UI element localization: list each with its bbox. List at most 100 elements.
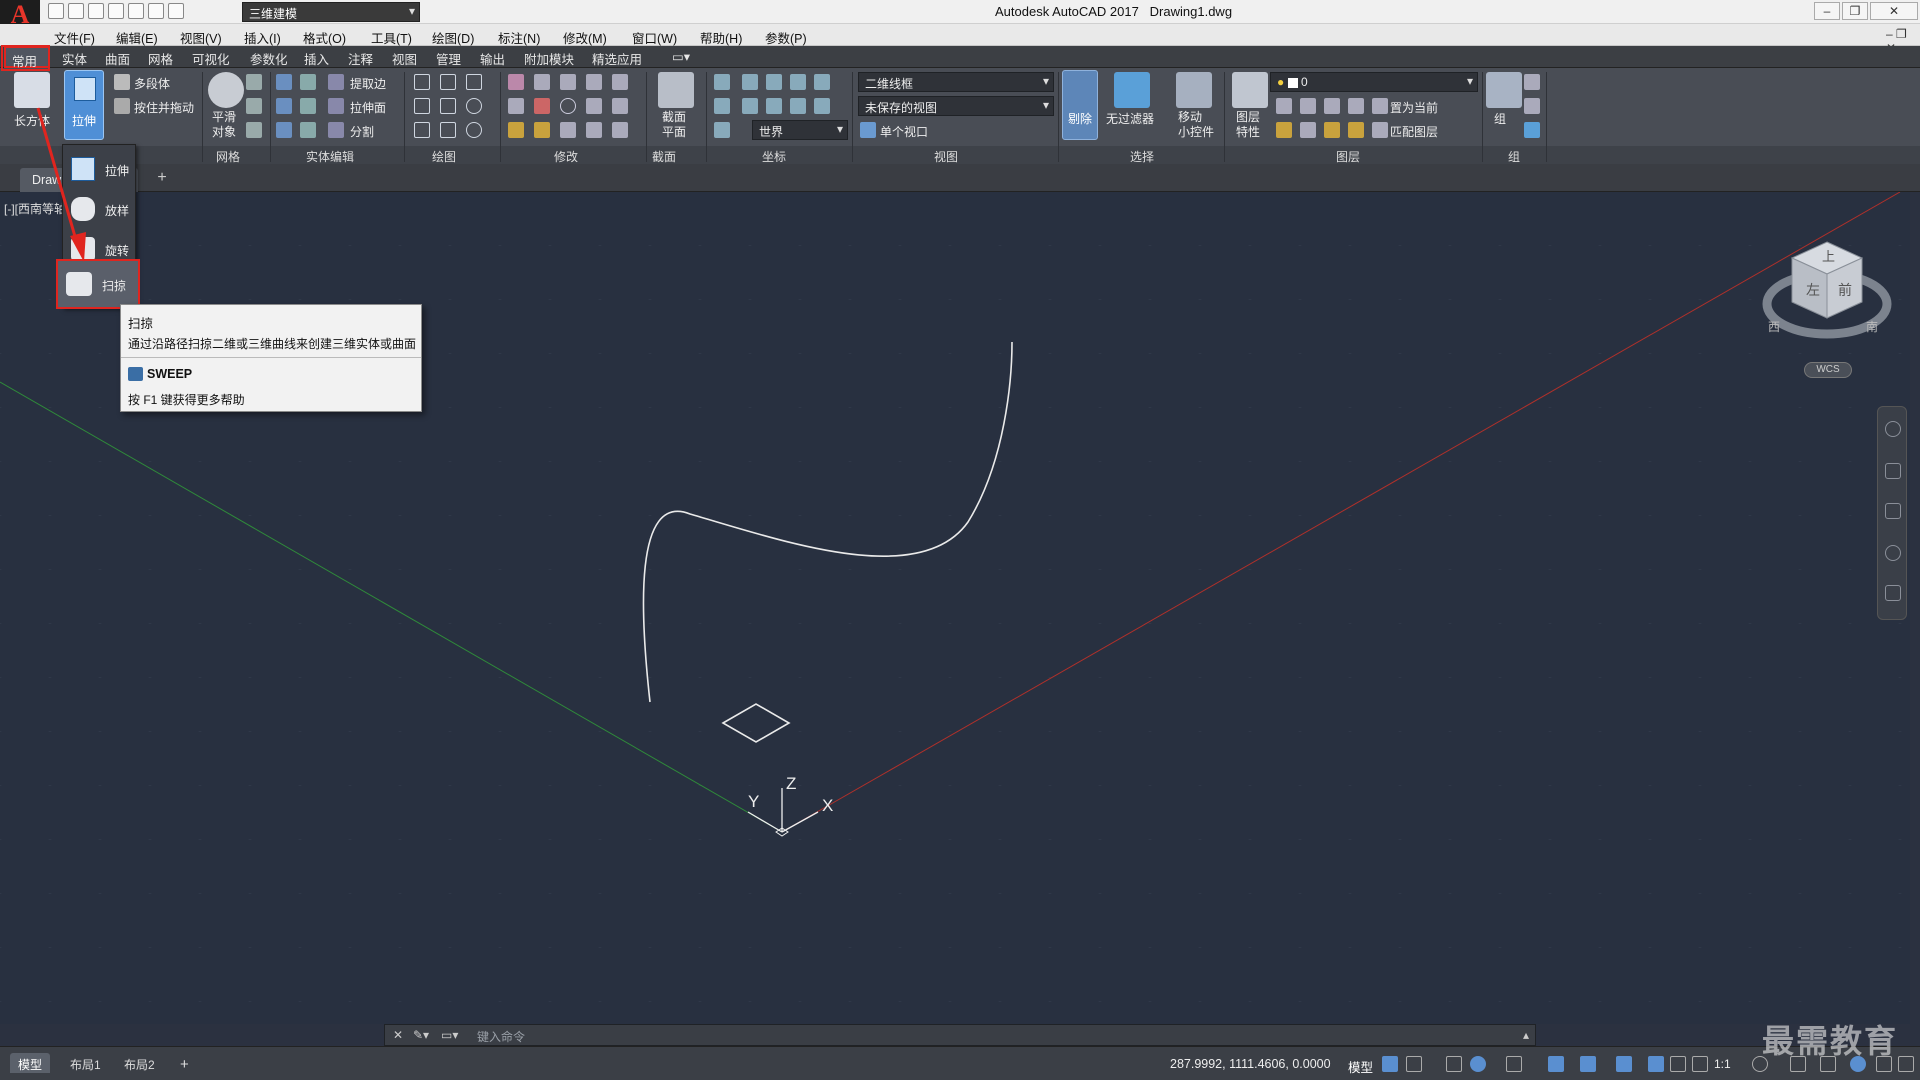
customization-icon[interactable] bbox=[1898, 1056, 1914, 1072]
menu-format[interactable]: 格式(O) bbox=[303, 28, 346, 47]
grid-icon[interactable] bbox=[1382, 1056, 1398, 1072]
ucs-icon[interactable] bbox=[714, 122, 730, 138]
tab-mesh[interactable]: 网格 bbox=[148, 49, 173, 68]
tab-output[interactable]: 输出 bbox=[480, 49, 505, 68]
tab-parametric[interactable]: 参数化 bbox=[250, 49, 288, 68]
erase-icon[interactable] bbox=[508, 122, 524, 138]
ucs-icon[interactable] bbox=[766, 98, 782, 114]
sweep-path-curve[interactable] bbox=[642, 341, 1013, 703]
arc-icon[interactable] bbox=[440, 74, 456, 90]
layer-tool-icon[interactable] bbox=[1276, 98, 1292, 114]
layer-tool-icon[interactable] bbox=[1300, 98, 1316, 114]
tab-insert[interactable]: 插入 bbox=[304, 49, 329, 68]
rectangle-icon[interactable] bbox=[440, 122, 456, 138]
layout-tab-model[interactable]: 模型 bbox=[10, 1053, 51, 1073]
rotate-icon[interactable] bbox=[534, 74, 550, 90]
showmotion-icon[interactable] bbox=[1885, 585, 1901, 601]
mesh-tool-icon[interactable] bbox=[246, 122, 262, 138]
annotation-scale[interactable]: 1:1 bbox=[1714, 1057, 1731, 1071]
minimize-button[interactable]: – bbox=[1814, 2, 1840, 20]
tab-visualize[interactable]: 可视化 bbox=[192, 49, 230, 68]
add-layout-button[interactable]: + bbox=[172, 1053, 197, 1073]
isodraft-icon[interactable] bbox=[1506, 1056, 1522, 1072]
ucs-icon[interactable] bbox=[766, 74, 782, 90]
close-button[interactable]: ✕ bbox=[1870, 2, 1918, 20]
scale-icon[interactable] bbox=[586, 122, 602, 138]
match-layer-icon[interactable] bbox=[1372, 122, 1388, 138]
tab-annotate[interactable]: 注释 bbox=[348, 49, 373, 68]
set-current-icon[interactable] bbox=[1372, 98, 1388, 114]
move-icon[interactable] bbox=[560, 74, 576, 90]
extract-edges-label[interactable]: 提取边 bbox=[350, 75, 386, 92]
ucs-icon[interactable] bbox=[742, 98, 758, 114]
ortho-icon[interactable] bbox=[1446, 1056, 1462, 1072]
saved-view-combo[interactable]: 未保存的视图 ▾ bbox=[858, 96, 1054, 116]
command-input[interactable]: 键入命令 bbox=[477, 1028, 525, 1045]
wcs-menu[interactable]: WCS bbox=[1804, 362, 1852, 378]
group-tool-icon[interactable] bbox=[1524, 98, 1540, 114]
curve-icon[interactable] bbox=[414, 98, 430, 114]
view-panel-label[interactable]: 视图 bbox=[934, 148, 958, 165]
selection-panel-label[interactable]: 选择 bbox=[1130, 148, 1154, 165]
osnap-icon[interactable] bbox=[1548, 1056, 1564, 1072]
menu-window[interactable]: 窗口(W) bbox=[632, 28, 677, 47]
groups-panel-label[interactable]: 组 bbox=[1508, 148, 1520, 165]
ellipse-icon[interactable] bbox=[466, 122, 482, 138]
tab-addins[interactable]: 附加模块 bbox=[524, 49, 574, 68]
model-space-toggle[interactable]: 模型 bbox=[1348, 1057, 1373, 1076]
menu-parametric[interactable]: 参数(P) bbox=[765, 28, 807, 47]
match-layer-label[interactable]: 匹配图层 bbox=[1390, 123, 1438, 140]
ucs-icon[interactable] bbox=[742, 74, 758, 90]
chamfer-icon[interactable] bbox=[508, 98, 524, 114]
snap-icon[interactable] bbox=[1406, 1056, 1422, 1072]
solid-edit-icon[interactable] bbox=[300, 122, 316, 138]
presspull-label[interactable]: 按住并拖动 bbox=[134, 99, 194, 116]
ucs-icon[interactable] bbox=[714, 98, 730, 114]
no-filter-label[interactable]: 无过滤器 bbox=[1106, 110, 1154, 127]
mirror-icon[interactable] bbox=[586, 98, 602, 114]
extrude-faces-label[interactable]: 拉伸面 bbox=[350, 99, 386, 116]
section-plane-icon[interactable] bbox=[658, 72, 694, 108]
union-icon[interactable] bbox=[276, 74, 292, 90]
move-gizmo-label[interactable]: 移动 小控件 bbox=[1178, 110, 1214, 140]
command-line[interactable]: ✕ ✎▾ ▭▾ 键入命令 ▴ bbox=[384, 1024, 1536, 1046]
close-icon[interactable]: ✕ bbox=[393, 1028, 403, 1042]
polar-icon[interactable] bbox=[1470, 1056, 1486, 1072]
orbit-icon[interactable] bbox=[1885, 545, 1901, 561]
mesh-tool-icon[interactable] bbox=[246, 98, 262, 114]
align-icon[interactable] bbox=[612, 98, 628, 114]
stretch-icon[interactable] bbox=[560, 122, 576, 138]
menu-help[interactable]: 帮助(H) bbox=[700, 28, 742, 47]
solid-edit-panel-label[interactable]: 实体编辑 bbox=[306, 148, 354, 165]
steering-wheel-icon[interactable] bbox=[1885, 421, 1901, 437]
section-panel-label[interactable]: 截面 bbox=[652, 148, 676, 165]
group-tool-icon[interactable] bbox=[1524, 74, 1540, 90]
group-select-icon[interactable] bbox=[1524, 122, 1540, 138]
spline-icon[interactable] bbox=[466, 74, 482, 90]
auto-scale-icon[interactable] bbox=[1692, 1056, 1708, 1072]
layer-tool-icon[interactable] bbox=[1348, 122, 1364, 138]
ucs-icon[interactable] bbox=[790, 98, 806, 114]
culling-button[interactable] bbox=[1062, 70, 1098, 140]
mesh-panel-label[interactable]: 网格 bbox=[216, 148, 240, 165]
dynamic-ucs-icon[interactable] bbox=[1616, 1056, 1632, 1072]
separate-icon[interactable] bbox=[328, 122, 344, 138]
polyline-icon[interactable] bbox=[414, 74, 430, 90]
layer-properties-label[interactable]: 图层 特性 bbox=[1236, 110, 1260, 140]
line-icon[interactable] bbox=[440, 98, 456, 114]
pan-icon[interactable] bbox=[1885, 463, 1901, 479]
undo-icon[interactable] bbox=[148, 3, 164, 19]
polygon-icon[interactable] bbox=[414, 122, 430, 138]
3d-array-icon[interactable] bbox=[612, 122, 628, 138]
tab-manage[interactable]: 管理 bbox=[436, 49, 461, 68]
extract-edges-icon[interactable] bbox=[328, 74, 344, 90]
ucs-icon[interactable] bbox=[814, 98, 830, 114]
new-tab-button[interactable]: + bbox=[152, 170, 172, 188]
menu-insert[interactable]: 插入(I) bbox=[244, 28, 281, 47]
3d-osnap-icon[interactable] bbox=[1580, 1056, 1596, 1072]
tab-view[interactable]: 视图 bbox=[392, 49, 417, 68]
layer-tool-icon[interactable] bbox=[1276, 122, 1292, 138]
restore-button[interactable]: ❐ bbox=[1842, 2, 1868, 20]
ucs-combo[interactable]: 世界 ▾ bbox=[752, 120, 848, 140]
layout-tab-layout1[interactable]: 布局1 bbox=[62, 1053, 109, 1073]
